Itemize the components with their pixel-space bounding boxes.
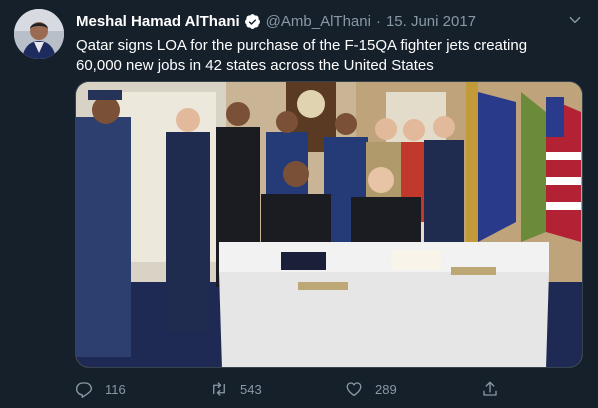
reply-button[interactable]: 116 <box>75 376 126 402</box>
reply-icon <box>75 382 93 398</box>
chevron-down-icon[interactable] <box>568 13 582 27</box>
reply-count: 116 <box>105 381 126 397</box>
retweet-button[interactable]: 543 <box>210 376 262 402</box>
signing-ceremony-photo <box>76 82 582 367</box>
like-button[interactable]: 289 <box>345 376 397 402</box>
tweet-actions: 116 543 289 <box>75 376 505 402</box>
header-separator: · <box>375 12 381 30</box>
retweet-icon <box>213 382 225 396</box>
tweet-text: Qatar signs LOA for the purchase of the … <box>76 37 528 74</box>
avatar-image <box>14 9 64 59</box>
author-handle[interactable]: @Amb_AlThani <box>266 13 371 30</box>
tweet-card[interactable]: Meshal Hamad AlThani @Amb_AlThani · 15. … <box>0 0 598 408</box>
like-count: 289 <box>375 381 397 397</box>
author-name[interactable]: Meshal Hamad AlThani <box>76 13 240 30</box>
share-icon <box>483 381 497 396</box>
verified-badge-icon <box>244 13 260 29</box>
tweet-photo[interactable] <box>75 81 583 368</box>
avatar[interactable] <box>14 9 64 59</box>
retweet-count: 543 <box>240 381 262 397</box>
tweet-header: Meshal Hamad AlThani @Amb_AlThani · 15. … <box>76 11 578 31</box>
heart-icon <box>346 382 362 397</box>
tweet-date[interactable]: 15. Juni 2017 <box>386 13 476 30</box>
share-button[interactable] <box>481 376 511 402</box>
